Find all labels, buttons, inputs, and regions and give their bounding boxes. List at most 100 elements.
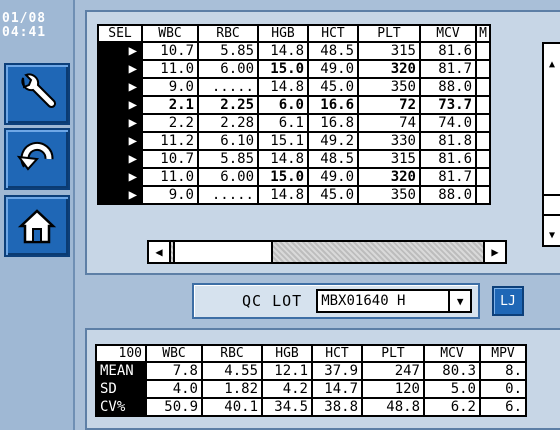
table-row[interactable]: ▶ 2.1 2.25 6.0 16.6 72 73.7 xyxy=(97,95,491,115)
stats-cell: 7.8 xyxy=(145,361,203,381)
stats-cell: 5.0 xyxy=(423,379,481,399)
table-cell: 88.0 xyxy=(419,77,477,97)
scroll-right-button[interactable]: ▶ xyxy=(483,242,505,262)
stats-body: MEAN 7.8 4.55 12.1 37.9 247 80.3 8. SD 4.0 1.82 4.2… xyxy=(95,361,527,417)
stats-cell: 14.7 xyxy=(311,379,363,399)
table-cell: 49.0 xyxy=(307,59,359,79)
table-cell: 88.0 xyxy=(419,185,477,205)
table-row[interactable]: ▶ 9.0..... 14.8 45.0 350 88.0 xyxy=(97,185,491,205)
col-header-hct[interactable]: HCT xyxy=(307,24,359,43)
table-cell: 5.85 xyxy=(197,41,259,61)
row-select-arrow-icon[interactable]: ▶ xyxy=(97,149,143,169)
table-cell: 14.8 xyxy=(257,77,309,97)
arrow-right-icon: ▶ xyxy=(491,245,499,259)
stats-cell: 6. xyxy=(479,397,527,417)
stats-cell: 120 xyxy=(361,379,425,399)
undo-button[interactable] xyxy=(4,128,70,190)
table-row[interactable]: ▶ 11.2 6.10 15.1 49.2 330 81.8 xyxy=(97,131,491,151)
row-select-arrow-icon[interactable]: ▶ xyxy=(97,59,143,79)
col-header-plt[interactable]: PLT xyxy=(357,24,421,43)
col-header-rbc[interactable]: RBC xyxy=(197,24,259,43)
table-cell: 320 xyxy=(357,59,421,79)
stats-cell: 4.0 xyxy=(145,379,203,399)
table-cell-clipped xyxy=(475,185,491,205)
scroll-up-button[interactable]: ▲ xyxy=(544,56,560,72)
table-cell: 11.2 xyxy=(141,131,199,151)
table-cell: 45.0 xyxy=(307,77,359,97)
table-cell: 2.2 xyxy=(141,113,199,133)
table-row[interactable]: ▶ 2.2 2.28 6.1 16.8 74 74.0 xyxy=(97,113,491,133)
table-cell: 6.00 xyxy=(197,59,259,79)
table-cell: 81.7 xyxy=(419,59,477,79)
table-cell: 15.0 xyxy=(257,167,309,187)
table-cell: 81.6 xyxy=(419,149,477,169)
results-body: ▶ 10.7 5.85 14.8 48.5 315 81.6 ▶ 11.0 6.00 15.0 49.… xyxy=(97,41,491,205)
arrow-down-icon: ▼ xyxy=(548,229,556,241)
col-header-sel[interactable]: SEL xyxy=(97,24,143,43)
row-select-arrow-icon[interactable]: ▶ xyxy=(97,167,143,187)
arrow-left-icon: ◀ xyxy=(155,245,163,259)
statistics-table: 100 WBC RBC HGB HCT PLT MCV MPV MEAN 7.8 4… xyxy=(95,344,527,417)
results-panel: SEL WBC RBC HGB HCT PLT MCV M ▶ 10.7 5.85 1… xyxy=(85,10,560,275)
table-cell: 320 xyxy=(357,167,421,187)
horizontal-scrollbar[interactable]: ◀ ▶ xyxy=(147,240,507,264)
table-cell: 2.28 xyxy=(197,113,259,133)
vertical-scroll-thumb[interactable] xyxy=(544,194,560,216)
vertical-scrollbar[interactable]: ▲ ▼ xyxy=(542,42,560,247)
scroll-left-button[interactable]: ◀ xyxy=(149,242,171,262)
table-row[interactable]: ▶ 11.0 6.00 15.0 49.0 320 81.7 xyxy=(97,59,491,79)
row-select-arrow-icon[interactable]: ▶ xyxy=(97,113,143,133)
levey-jennings-button[interactable]: LJ xyxy=(492,286,524,316)
stats-header-mcv: MCV xyxy=(423,344,481,363)
clock: 01/08 04:41 xyxy=(2,12,62,40)
stats-header-row: 100 WBC RBC HGB HCT PLT MCV MPV xyxy=(95,344,527,363)
row-select-arrow-icon[interactable]: ▶ xyxy=(97,95,143,115)
stats-cell: 1.82 xyxy=(201,379,263,399)
table-row[interactable]: ▶ 10.7 5.85 14.8 48.5 315 81.6 xyxy=(97,41,491,61)
col-header-m[interactable]: M xyxy=(475,24,491,43)
table-cell-clipped xyxy=(475,95,491,115)
stats-cell: 8. xyxy=(479,361,527,381)
table-row[interactable]: ▶ 10.7 5.85 14.8 48.5 315 81.6 xyxy=(97,149,491,169)
stats-header-hgb: HGB xyxy=(261,344,313,363)
col-header-wbc[interactable]: WBC xyxy=(141,24,199,43)
table-cell: 74 xyxy=(357,113,421,133)
table-cell: 48.5 xyxy=(307,41,359,61)
dropdown-arrow-icon[interactable]: ▼ xyxy=(448,291,471,311)
table-cell-clipped xyxy=(475,113,491,133)
row-select-arrow-icon[interactable]: ▶ xyxy=(97,77,143,97)
col-header-hgb[interactable]: HGB xyxy=(257,24,309,43)
row-select-arrow-icon[interactable]: ▶ xyxy=(97,41,143,61)
table-cell: 73.7 xyxy=(419,95,477,115)
row-select-arrow-icon[interactable]: ▶ xyxy=(97,131,143,151)
row-select-arrow-icon[interactable]: ▶ xyxy=(97,185,143,205)
qc-lot-label: QC LOT xyxy=(242,292,303,310)
clock-date: 01/08 xyxy=(2,11,47,26)
stats-row-label: CV% xyxy=(95,397,147,417)
home-button[interactable] xyxy=(4,195,70,257)
stats-cell: 80.3 xyxy=(423,361,481,381)
analyzer-screen: 01/08 04:41 SEL WBC RBC HGB HCT PLT MCV … xyxy=(0,0,560,430)
col-header-mcv[interactable]: MCV xyxy=(419,24,477,43)
sidebar: 01/08 04:41 xyxy=(0,0,75,430)
stats-cell: 12.1 xyxy=(261,361,313,381)
table-cell-clipped xyxy=(475,149,491,169)
table-cell: 74.0 xyxy=(419,113,477,133)
stats-cell: 0. xyxy=(479,379,527,399)
stats-cell: 38.8 xyxy=(311,397,363,417)
table-cell: 315 xyxy=(357,149,421,169)
scroll-down-button[interactable]: ▼ xyxy=(544,227,560,243)
table-row[interactable]: ▶ 11.0 6.00 15.0 49.0 320 81.7 xyxy=(97,167,491,187)
table-cell: 48.5 xyxy=(307,149,359,169)
qc-lot-select[interactable]: MBX01640 H ▼ xyxy=(316,289,473,313)
table-cell: 6.10 xyxy=(197,131,259,151)
table-cell: ..... xyxy=(197,185,259,205)
table-cell-clipped xyxy=(475,131,491,151)
clock-time: 04:41 xyxy=(2,25,47,40)
horizontal-scroll-thumb[interactable] xyxy=(173,242,273,262)
maintenance-button[interactable] xyxy=(4,63,70,125)
table-cell-clipped xyxy=(475,41,491,61)
table-row[interactable]: ▶ 9.0..... 14.8 45.0 350 88.0 xyxy=(97,77,491,97)
table-cell: 6.00 xyxy=(197,167,259,187)
stats-header-wbc: WBC xyxy=(145,344,203,363)
